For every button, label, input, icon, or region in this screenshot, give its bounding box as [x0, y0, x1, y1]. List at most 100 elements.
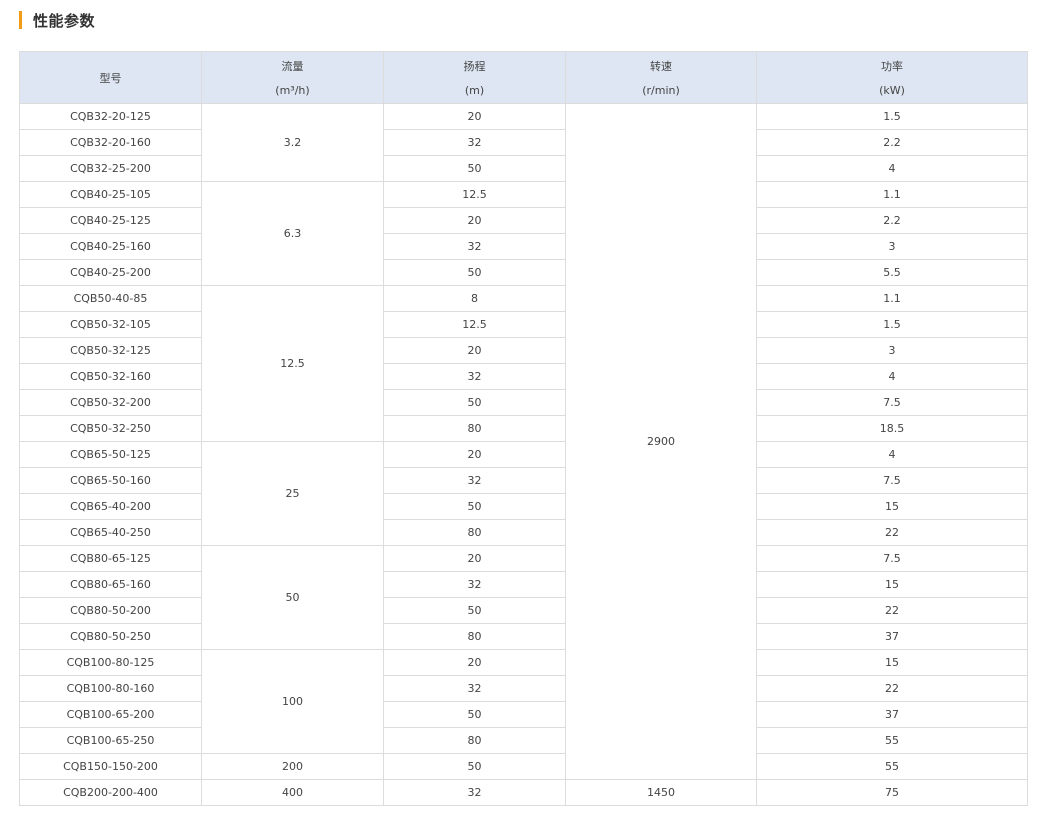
head-cell: 20	[383, 103, 566, 130]
power-cell: 7.5	[756, 389, 1028, 416]
flow-cell: 6.3	[201, 181, 384, 286]
table-row: CQB32-20-125 3.2 20 2900 1.5	[19, 103, 1028, 780]
column-header-flow: 流量 (m³/h)	[201, 51, 384, 104]
column-unit: (m³/h)	[275, 84, 310, 97]
column-header-power: 功率 (kW)	[756, 51, 1028, 104]
flow-cell: 200	[201, 753, 384, 780]
power-cell: 1.5	[756, 103, 1028, 130]
model-cell: CQB65-40-200	[19, 493, 202, 520]
table-row: CQB100-65-250 80 55	[19, 727, 1028, 754]
table-row: CQB80-65-160 32 15	[19, 571, 1028, 598]
table-row: CQB100-65-200 50 37	[19, 701, 1028, 728]
speed-cell: 1450	[565, 779, 757, 806]
power-cell: 55	[756, 753, 1028, 780]
head-cell: 20	[383, 545, 566, 572]
model-cell: CQB65-50-125	[19, 441, 202, 468]
model-cell: CQB80-65-160	[19, 571, 202, 598]
table-row: CQB40-25-200 50 5.5	[19, 259, 1028, 286]
column-name: 流量	[281, 60, 304, 73]
model-cell: CQB32-20-160	[19, 129, 202, 156]
model-cell: CQB80-50-200	[19, 597, 202, 624]
power-cell: 2.2	[756, 207, 1028, 234]
table-row: CQB80-50-200 50 22	[19, 597, 1028, 624]
table-row: CQB50-32-200 50 7.5	[19, 389, 1028, 416]
model-cell: CQB200-200-400	[19, 779, 202, 806]
table-row: CQB40-25-160 32 3	[19, 233, 1028, 260]
column-header-speed: 转速 (r/min)	[565, 51, 757, 104]
model-cell: CQB100-80-160	[19, 675, 202, 702]
model-cell: CQB50-32-160	[19, 363, 202, 390]
head-cell: 80	[383, 519, 566, 546]
table-row: CQB200-200-400 400 32 1450 75	[19, 779, 1028, 806]
power-cell: 2.2	[756, 129, 1028, 156]
table-row: CQB50-40-85 12.5 8 1.1	[19, 285, 1028, 442]
flow-cell: 100	[201, 649, 384, 754]
model-cell: CQB65-50-160	[19, 467, 202, 494]
head-cell: 80	[383, 415, 566, 442]
head-cell: 20	[383, 649, 566, 676]
column-name: 型号	[99, 71, 122, 85]
table-row: CQB65-50-160 32 7.5	[19, 467, 1028, 494]
head-cell: 50	[383, 389, 566, 416]
section-header: 性能参数	[19, 9, 95, 31]
head-cell: 50	[383, 753, 566, 780]
head-cell: 50	[383, 155, 566, 182]
column-name: 转速	[650, 60, 672, 73]
power-cell: 7.5	[756, 545, 1028, 572]
head-cell: 50	[383, 597, 566, 624]
table-row: CQB65-50-125 25 20 4	[19, 441, 1028, 546]
head-cell: 8	[383, 285, 566, 312]
performance-table-wrapper: 型号 流量 (m³/h) 扬程 (m) 转速 (r/min) 功率 (kW) C…	[19, 51, 1028, 806]
column-name: 扬程	[463, 60, 486, 73]
model-cell: CQB50-32-250	[19, 415, 202, 442]
power-cell: 4	[756, 155, 1028, 182]
power-cell: 22	[756, 675, 1028, 702]
head-cell: 32	[383, 233, 566, 260]
head-cell: 20	[383, 207, 566, 234]
table-row: CQB50-32-105 12.5 1.5	[19, 311, 1028, 338]
model-cell: CQB100-65-250	[19, 727, 202, 754]
table-row: CQB100-80-125 100 20 15	[19, 649, 1028, 754]
table-row: CQB150-150-200 200 50 55	[19, 753, 1028, 780]
table-row: CQB40-25-105 6.3 12.5 1.1	[19, 181, 1028, 286]
table-header-row: 型号 流量 (m³/h) 扬程 (m) 转速 (r/min) 功率 (kW)	[19, 51, 1028, 104]
model-cell: CQB40-25-125	[19, 207, 202, 234]
section-title: 性能参数	[33, 11, 96, 30]
power-cell: 1.1	[756, 285, 1028, 312]
column-name: 功率	[881, 60, 903, 73]
table-row: CQB50-32-250 80 18.5	[19, 415, 1028, 442]
flow-cell: 25	[201, 441, 384, 546]
model-cell: CQB40-25-160	[19, 233, 202, 260]
performance-table: 型号 流量 (m³/h) 扬程 (m) 转速 (r/min) 功率 (kW) C…	[19, 51, 1028, 806]
head-cell: 32	[383, 571, 566, 598]
power-cell: 15	[756, 493, 1028, 520]
power-cell: 22	[756, 519, 1028, 546]
column-unit: (r/min)	[642, 84, 680, 97]
head-cell: 50	[383, 701, 566, 728]
model-cell: CQB80-50-250	[19, 623, 202, 650]
model-cell: CQB100-80-125	[19, 649, 202, 676]
head-cell: 32	[383, 467, 566, 494]
table-row: CQB65-40-200 50 15	[19, 493, 1028, 520]
flow-cell: 400	[201, 779, 384, 806]
power-cell: 22	[756, 597, 1028, 624]
accent-bar	[19, 11, 22, 29]
power-cell: 5.5	[756, 259, 1028, 286]
column-header-head: 扬程 (m)	[383, 51, 566, 104]
table-body: CQB32-20-125 3.2 20 2900 1.5 CQB32-20-160 32 2.…	[19, 103, 1028, 806]
model-cell: CQB32-20-125	[19, 103, 202, 130]
model-cell: CQB32-25-200	[19, 155, 202, 182]
head-cell: 50	[383, 493, 566, 520]
table-row: CQB32-25-200 50 4	[19, 155, 1028, 182]
model-cell: CQB50-32-200	[19, 389, 202, 416]
head-cell: 50	[383, 259, 566, 286]
table-row: CQB80-65-125 50 20 7.5	[19, 545, 1028, 650]
column-unit: (kW)	[879, 84, 905, 97]
power-cell: 37	[756, 701, 1028, 728]
model-cell: CQB50-32-105	[19, 311, 202, 338]
model-cell: CQB40-25-105	[19, 181, 202, 208]
head-cell: 32	[383, 779, 566, 806]
head-cell: 80	[383, 623, 566, 650]
table-row: CQB50-32-160 32 4	[19, 363, 1028, 390]
power-cell: 3	[756, 233, 1028, 260]
